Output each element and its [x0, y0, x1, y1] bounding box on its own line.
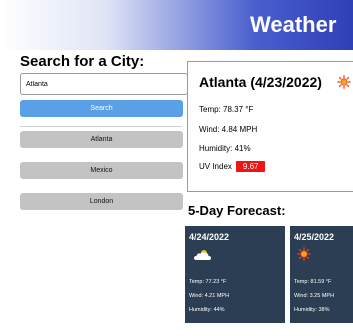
forecast-temp: Temp: 77.23 °F — [189, 279, 227, 285]
forecast-temp: Temp: 81.59 °F — [294, 279, 332, 285]
forecast-wind: Wind: 4.21 MPH — [189, 293, 230, 299]
search-heading: Search for a City: — [20, 53, 145, 70]
forecast-card-day-2: 4/25/2022 Temp: 81.59 °F Wind: 3.25 MPH … — [290, 226, 353, 323]
sun-icon — [297, 247, 311, 261]
current-weather-card: Atlanta (4/23/2022) Temp: 78.37 °F Wind:… — [187, 61, 353, 192]
history-button-london[interactable]: London — [20, 193, 183, 210]
search-sidebar: Search for a City: Search Atlanta Mexico… — [0, 50, 188, 336]
page-title: Weather — [250, 12, 337, 37]
city-search-input[interactable] — [20, 73, 188, 95]
sidebar-divider — [20, 126, 182, 127]
page-header: Weather — [0, 0, 353, 50]
cloudy-icon — [194, 250, 211, 260]
forecast-humidity: Humidity: 38% — [294, 307, 330, 313]
current-humidity: Humidity: 41% — [199, 144, 251, 153]
forecast-heading: 5-Day Forecast: — [188, 203, 286, 218]
sun-icon — [337, 75, 351, 89]
forecast-wind: Wind: 3.25 MPH — [294, 293, 335, 299]
uv-index-badge: 9.67 — [235, 161, 266, 172]
forecast-card-day-1: 4/24/2022 Temp: 77.23 °F Wind: 4.21 MPH … — [185, 226, 285, 323]
uv-index-label: UV Index — [199, 162, 232, 171]
current-city-title: Atlanta (4/23/2022) — [199, 74, 322, 90]
history-button-mexico[interactable]: Mexico — [20, 162, 183, 179]
current-uv-row: UV Index 9.67 — [199, 161, 266, 172]
forecast-humidity: Humidity: 44% — [189, 307, 225, 313]
search-button[interactable]: Search — [20, 100, 183, 117]
history-button-atlanta[interactable]: Atlanta — [20, 131, 183, 148]
forecast-date: 4/25/2022 — [294, 232, 335, 242]
current-temp: Temp: 78.37 °F — [199, 105, 254, 114]
current-wind: Wind: 4.84 MPH — [199, 125, 258, 134]
forecast-date: 4/24/2022 — [189, 232, 230, 242]
